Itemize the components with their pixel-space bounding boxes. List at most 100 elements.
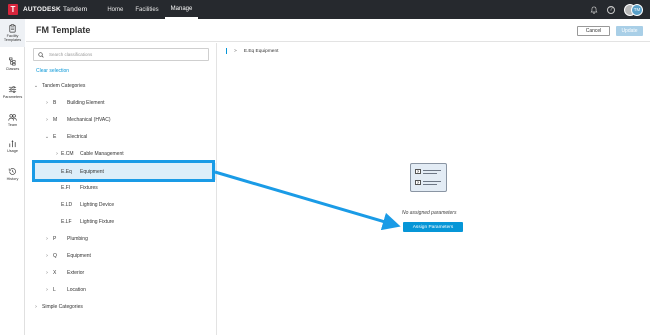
line-mark [423,181,441,182]
tree-code: E.LF [61,219,72,225]
annotation-highlight-box [32,160,215,182]
search-input[interactable] [49,52,199,57]
tree-label: Fixtures [80,185,98,191]
help-icon[interactable]: ? [607,5,615,14]
tree-code: X [53,270,57,276]
rail-usage[interactable]: Usage [0,139,25,153]
tree-row-mechanical[interactable]: › M Mechanical (HVAC) [44,113,111,127]
tandem-logo[interactable]: T [8,4,18,15]
breadcrumb-current: E.Eq Equipment [243,48,279,54]
avatar-initials[interactable]: TM [631,3,643,16]
annotation-arrow-line [214,170,401,231]
rail-label-team: Team [7,123,18,127]
no-parameters-text: No assigned parameters [402,210,457,216]
line-mark [423,173,437,174]
tree-code: P [53,236,57,242]
clear-selection-link[interactable]: Clear selection [36,68,69,74]
tree-row-lighting-device[interactable]: E.LD Lighting Device [61,198,114,212]
main-nav: Home Facilities Manage [101,0,199,19]
rail-label-classes: Classes [5,67,20,71]
rail-parameters[interactable]: Parameters [0,85,25,99]
search-box[interactable] [33,48,209,61]
tree-code: E.CM [61,151,74,157]
chevron-right-icon: > [234,48,237,54]
line-mark [423,184,437,185]
nav-facilities[interactable]: Facilities [129,0,164,19]
chevron-right-icon[interactable]: › [44,270,50,276]
brand-bold: AUTODESK [23,6,61,13]
tree-label: Plumbing [67,236,88,242]
search-icon [38,51,44,58]
rail-classes[interactable]: Classes [0,57,25,71]
tree-row-simple-categories[interactable]: › Simple Categories [33,300,83,314]
rail-label-usage: Usage [7,149,18,153]
tree-label: Building Element [67,100,105,106]
tree-row-building-element[interactable]: › B Building Element [44,96,105,110]
classification-panel: Clear selection ⌄ Tandem Categories › B … [26,43,217,335]
assign-parameters-button[interactable]: Assign Parameters [403,222,463,232]
hierarchy-icon [9,57,16,66]
brand-light: Tandem [62,6,88,13]
tree-code: M [53,117,58,123]
breadcrumb: > E.Eq Equipment [226,47,278,55]
tree-row-tandem-categories[interactable]: ⌄ Tandem Categories [33,79,85,93]
history-icon [8,168,16,175]
tree-label: Lighting Fixture [80,219,115,225]
rail-label-facility-templates: Facility Templates [3,34,22,43]
brand-name: AUTODESK Tandem [23,6,87,13]
page-header: FM Template Cancel Update [26,19,650,42]
team-icon [8,114,17,121]
tree-code: B [53,100,57,106]
chevron-right-icon[interactable]: › [44,253,50,259]
tree-row-lighting-fixture[interactable]: E.LF Lighting Fixture [61,215,114,229]
top-right-controls: ? TM [590,0,644,19]
chevron-right-icon[interactable]: › [54,151,60,157]
cancel-button[interactable]: Cancel [577,26,610,36]
chevron-right-icon[interactable]: › [44,100,50,106]
tree-label: Simple Categories [42,304,83,310]
chevron-down-icon[interactable]: ⌄ [33,83,39,89]
question-mark-icon: ? [415,169,421,174]
tree-label: Mechanical (HVAC) [67,117,111,123]
tree-code: E.LD [61,202,73,208]
update-button[interactable]: Update [616,26,643,36]
rail-facility-templates[interactable]: Facility Templates [0,19,25,47]
nav-home[interactable]: Home [101,0,129,19]
chevron-right-icon[interactable]: › [44,287,50,293]
chevron-right-icon[interactable]: › [44,236,50,242]
rail-team[interactable]: Team [0,113,25,127]
tree-row-exterior[interactable]: › X Exterior [44,266,84,280]
nav-manage[interactable]: Manage [164,0,199,19]
user-avatars[interactable]: TM [624,3,644,16]
question-mark-icon: ? [415,180,421,185]
usage-icon [9,140,16,148]
line-mark [423,170,441,171]
tree-row-fixtures[interactable]: E.FI Fixtures [61,181,98,195]
chevron-down-icon[interactable]: ⌄ [44,134,50,140]
page-title: FM Template [36,25,91,35]
sliders-icon [8,86,17,93]
tree-code: Q [53,253,57,259]
tree-label: Cable Management [80,151,124,157]
rail-label-history: History [6,177,19,181]
tree-row-electrical[interactable]: ⌄ E Electrical [44,130,87,144]
tree-row-plumbing[interactable]: › P Plumbing [44,232,88,246]
tree-label: Electrical [67,134,88,140]
tree-label: Tandem Categories [42,83,86,89]
tree-label: Lighting Device [80,202,115,208]
tree-label: Exterior [67,270,85,276]
tree-row-q-equipment[interactable]: › Q Equipment [44,249,91,263]
rail-label-parameters: Parameters [2,95,23,99]
bell-icon[interactable] [590,6,598,14]
tree-row-cable-management[interactable]: › E.CM Cable Management [54,147,124,161]
chevron-right-icon[interactable]: › [44,117,50,123]
top-bar: T AUTODESK Tandem Home Facilities Manage… [0,0,650,19]
breadcrumb-marker [226,48,227,54]
left-rail: Facility Templates Classes Parameters Te… [0,19,25,335]
chevron-right-icon[interactable]: › [33,304,39,310]
tree-code: E.FI [61,185,71,191]
rail-history[interactable]: History [0,167,25,181]
tree-label: Equipment [67,253,91,259]
tree-row-location[interactable]: › L Location [44,283,86,297]
clipboard-icon [9,24,16,33]
